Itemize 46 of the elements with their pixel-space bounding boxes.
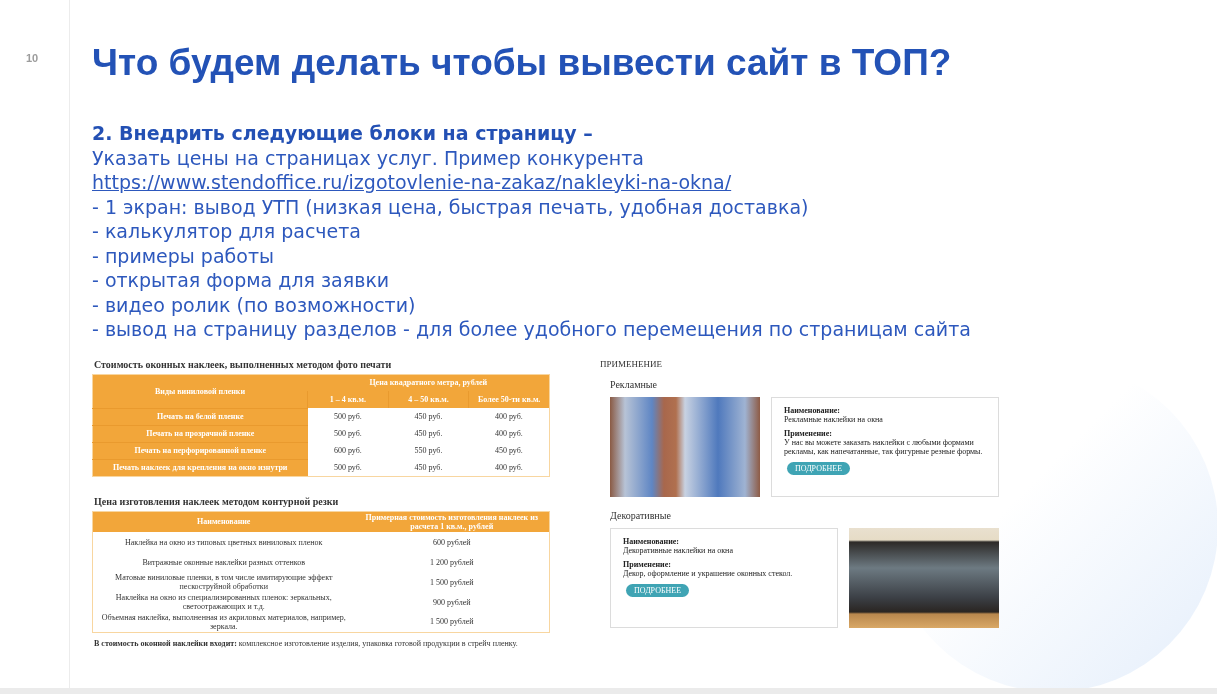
block-title: Декоративные [610,508,671,523]
price-cell: 500 руб. [307,459,389,476]
column-header: Примерная стоимость изготовления наклеек из расчета 1 кв.м., рублей [354,511,550,532]
list-item: - 1 экран: вывод УТП (низкая цена, быстрая печать, удобная доставка) [92,194,809,219]
price-cell: 1 500 рублей [354,612,550,632]
list-item: - калькулятор для расчета [92,219,361,244]
row-label: Печать на белой пленке [92,408,308,425]
list-item: - вывод на страницу разделов - для более удобного перемещения по страницам сайта [92,317,971,342]
list-item: - открытая форма для заявки [92,268,390,293]
section-heading: ПРИМЕНЕНИЕ [600,357,662,370]
field-label: Применение: [784,428,832,438]
table-cell: Наклейка на окно из типовых цветных виниловых пленок [92,532,355,552]
details-button[interactable]: ПОДРОБНЕЕ [626,583,690,597]
slide-number: 10 [26,52,39,64]
column-header: Виды виниловой пленки [92,374,308,408]
competitor-link[interactable]: https://www.stendoffice.ru/izgotovlenie-na-zakaz/nakleyki-na-okna/ [92,171,732,193]
column-header: 1 – 4 кв.м. [307,391,389,408]
list-item: - видео ролик (по возможности) [92,292,416,317]
row-label: Печать на прозрачной пленке [92,425,308,442]
column-header: Более 50-ти кв.м. [468,391,550,408]
field-value: У нас вы можете заказать наклейки с любыми формами рекламы, как напечатанные, так фигурные резные формы. [784,437,984,456]
field-label: Наименование: [623,536,679,546]
field-value: Декор, оформление и украшение оконных стекол. [623,568,793,578]
footnote-text: В стоимость оконной наклейки входит: комплексное изготовление изделия, упаковка готовой продукции в стрейч пленку. [93,638,518,649]
table-cell: Объемная наклейка, выполненная из акриловых материалов, например, зеркала. [92,612,355,632]
column-header: Цена квадратного метра, рублей [307,374,550,391]
table-title: Цена изготовления наклеек методом контурной резки [93,494,339,508]
list-item: - примеры работы [92,243,274,268]
price-cell: 500 руб. [307,408,389,425]
price-cell: 400 руб. [468,459,550,476]
details-button[interactable]: ПОДРОБНЕЕ [787,461,851,475]
slide-title: Что будем делать чтобы вывести сайт в ТОП? [92,41,952,85]
table-title: Стоимость оконных наклеек, выполненных методом фото печати [93,357,392,371]
price-cell: 600 рублей [354,532,550,552]
field-value: Декоративные наклейки на окна [623,545,733,555]
price-cell: 400 руб. [468,408,550,425]
column-header: Наименование [92,511,355,532]
field-label: Наименование: [784,405,840,415]
column-header: 4 – 50 кв.м. [388,391,469,408]
field-label: Применение: [623,559,671,569]
intro-text: Указать цены на страницах услуг. Пример конкурента https://www.stendoffice.ru/izgotovlenie-na-zakaz/nakleyki-na-okna/ [92,145,733,195]
section-heading: 2. Внедрить следующие блоки на страницу – [92,121,593,146]
row-label: Печать наклеек для крепления на окно изнутри [92,459,308,476]
block-title: Рекламные [610,377,657,392]
row-label: Печать на перфорированной пленке [92,442,308,459]
field-value: Рекламные наклейки на окна [784,414,883,424]
